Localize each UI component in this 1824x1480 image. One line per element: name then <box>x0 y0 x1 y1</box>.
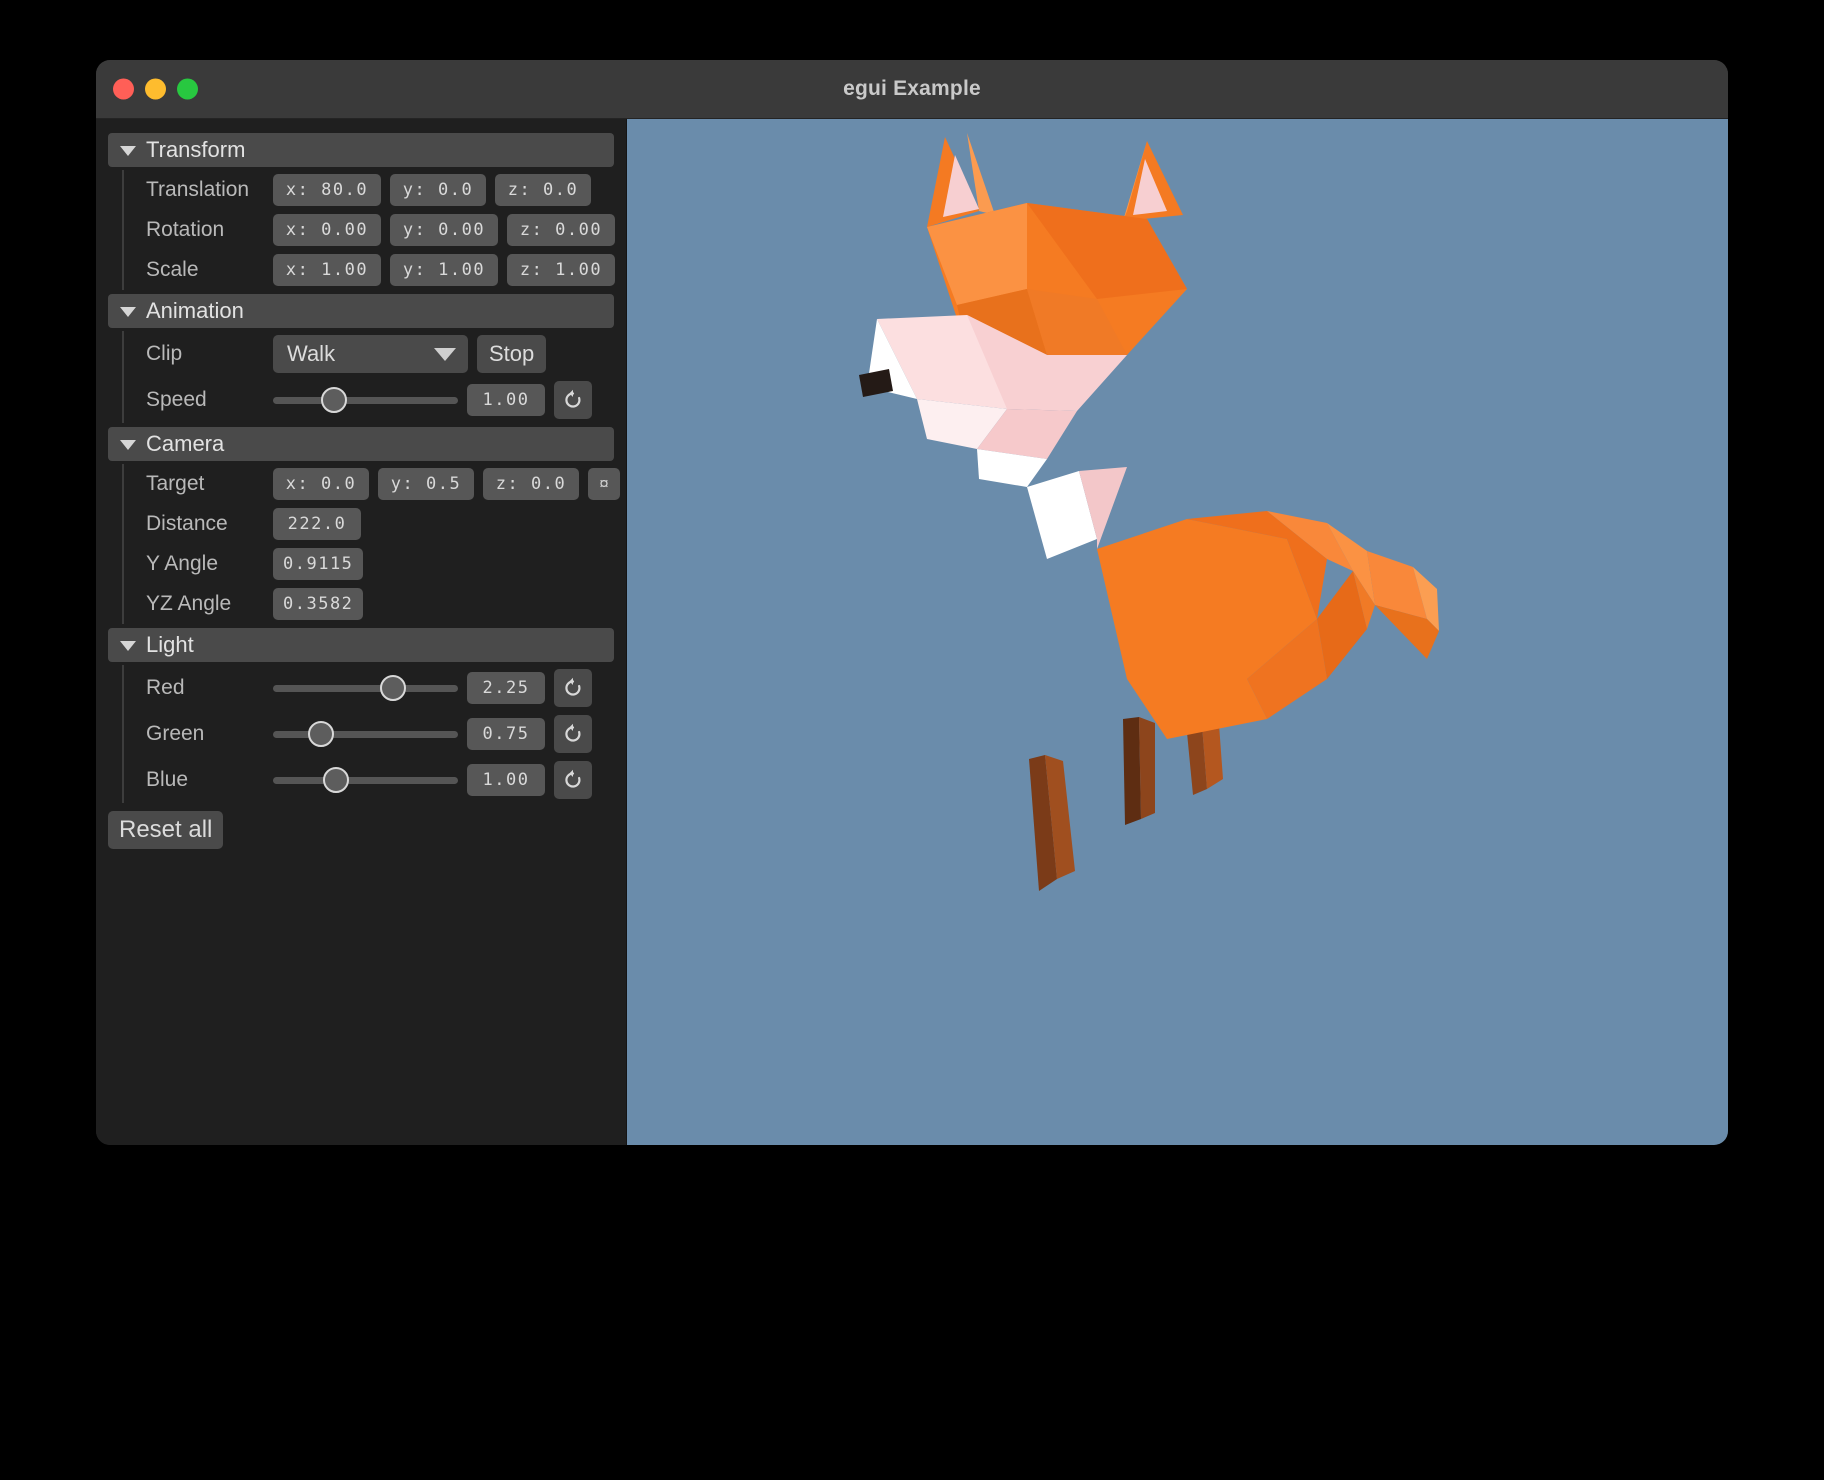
section-body-camera: Target x: 0.0 y: 0.5 z: 0.0 ¤ Distance 2… <box>122 464 626 624</box>
row-label-clip: Clip <box>146 342 183 365</box>
3d-viewport[interactable] <box>627 119 1728 1145</box>
chevron-down-icon <box>120 440 136 450</box>
window-title: egui Example <box>843 77 981 100</box>
reset-all-button[interactable]: Reset all <box>108 811 224 849</box>
speed-slider-track <box>273 396 458 404</box>
chevron-down-icon <box>434 347 456 361</box>
translation-y-field[interactable]: y: 0.0 <box>390 174 486 206</box>
red-slider-thumb[interactable] <box>380 675 407 701</box>
row-label-speed: Speed <box>146 388 207 411</box>
target-z-field[interactable]: z: 0.0 <box>483 468 579 500</box>
blue-slider-track <box>273 776 458 784</box>
window-body: Transform Translation x: 80.0 y: 0.0 z: … <box>96 119 1728 1145</box>
blue-value-field[interactable]: 1.00 <box>467 764 545 796</box>
section-title-animation: Animation <box>146 298 244 323</box>
scale-z-field[interactable]: z: 1.00 <box>507 254 615 286</box>
clip-select-value: Walk <box>287 341 336 366</box>
row-label-yz-angle: YZ Angle <box>146 592 232 615</box>
target-x-field[interactable]: x: 0.0 <box>273 468 369 500</box>
distance-field[interactable]: 222.0 <box>273 508 361 540</box>
row-target: Target x: 0.0 y: 0.5 z: 0.0 ¤ <box>146 464 626 504</box>
reset-icon-green[interactable] <box>554 715 592 753</box>
rotation-y-field[interactable]: y: 0.00 <box>390 214 498 246</box>
reset-icon-blue[interactable] <box>554 761 592 799</box>
close-button[interactable] <box>113 78 134 100</box>
chevron-down-icon <box>120 146 136 156</box>
chevron-down-icon <box>120 307 136 317</box>
row-label-green: Green <box>146 722 205 745</box>
row-light-blue: Blue 1.00 <box>146 757 626 803</box>
green-slider-thumb[interactable] <box>308 721 335 747</box>
app-window: egui Example Transform Translation x: 80… <box>96 60 1728 1145</box>
speed-value-field[interactable]: 1.00 <box>467 384 545 416</box>
clip-select[interactable]: Walk <box>273 335 468 373</box>
speed-slider[interactable] <box>273 384 458 416</box>
blue-slider-thumb[interactable] <box>322 767 349 793</box>
red-value-field[interactable]: 2.25 <box>467 672 545 704</box>
row-scale: Scale x: 1.00 y: 1.00 z: 1.00 <box>146 250 626 290</box>
row-label-y-angle: Y Angle <box>146 552 219 575</box>
section-header-light[interactable]: Light <box>108 628 614 662</box>
reset-icon-speed[interactable] <box>554 381 592 419</box>
section-body-light: Red 2.25 Green 0.75 Blue 1.00 <box>122 665 626 803</box>
row-translation: Translation x: 80.0 y: 0.0 z: 0.0 <box>146 170 626 210</box>
red-slider-track <box>273 684 458 692</box>
translation-x-field[interactable]: x: 80.0 <box>273 174 381 206</box>
chevron-down-icon <box>120 641 136 651</box>
speed-slider-thumb[interactable] <box>321 387 348 413</box>
row-light-green: Green 0.75 <box>146 711 626 757</box>
row-light-red: Red 2.25 <box>146 665 626 711</box>
section-header-animation[interactable]: Animation <box>108 294 614 328</box>
green-value-field[interactable]: 0.75 <box>467 718 545 750</box>
translation-z-field[interactable]: z: 0.0 <box>495 174 591 206</box>
target-pick-icon[interactable]: ¤ <box>588 468 620 500</box>
row-clip: Clip Walk Stop <box>146 331 626 377</box>
row-rotation: Rotation x: 0.00 y: 0.00 z: 0.00 <box>146 210 626 250</box>
row-label-target: Target <box>146 472 205 495</box>
title-bar[interactable]: egui Example <box>96 60 1728 119</box>
blue-slider[interactable] <box>273 764 458 796</box>
section-title-transform: Transform <box>146 137 246 162</box>
row-speed: Speed 1.00 <box>146 377 626 423</box>
zoom-button[interactable] <box>177 78 198 100</box>
green-slider-track <box>273 730 458 738</box>
section-header-camera[interactable]: Camera <box>108 427 614 461</box>
section-body-transform: Translation x: 80.0 y: 0.0 z: 0.0 Rotati… <box>122 170 626 290</box>
row-y-angle: Y Angle 0.9115 <box>146 544 626 584</box>
rotation-x-field[interactable]: x: 0.00 <box>273 214 381 246</box>
reset-icon-red[interactable] <box>554 669 592 707</box>
scale-x-field[interactable]: x: 1.00 <box>273 254 381 286</box>
red-slider[interactable] <box>273 672 458 704</box>
row-label-red: Red <box>146 676 185 699</box>
fox-model <box>859 133 1439 891</box>
section-header-transform[interactable]: Transform <box>108 133 614 167</box>
y-angle-field[interactable]: 0.9115 <box>273 548 364 580</box>
rotation-z-field[interactable]: z: 0.00 <box>507 214 615 246</box>
minimize-button[interactable] <box>145 78 166 100</box>
row-label-distance: Distance <box>146 512 228 535</box>
scale-y-field[interactable]: y: 1.00 <box>390 254 498 286</box>
row-distance: Distance 222.0 <box>146 504 626 544</box>
row-yz-angle: YZ Angle 0.3582 <box>146 584 626 624</box>
section-title-camera: Camera <box>146 431 225 456</box>
section-body-animation: Clip Walk Stop Speed 1.00 <box>122 331 626 423</box>
screen: egui Example Transform Translation x: 80… <box>0 0 1824 1480</box>
side-panel: Transform Translation x: 80.0 y: 0.0 z: … <box>96 119 627 1145</box>
row-label-rotation: Rotation <box>146 218 225 241</box>
green-slider[interactable] <box>273 718 458 750</box>
window-controls <box>113 78 198 100</box>
section-title-light: Light <box>146 632 194 657</box>
target-y-field[interactable]: y: 0.5 <box>378 468 474 500</box>
row-label-blue: Blue <box>146 768 189 791</box>
row-label-scale: Scale <box>146 258 199 281</box>
row-label-translation: Translation <box>146 178 250 201</box>
stop-button[interactable]: Stop <box>477 335 547 373</box>
yz-angle-field[interactable]: 0.3582 <box>273 588 364 620</box>
